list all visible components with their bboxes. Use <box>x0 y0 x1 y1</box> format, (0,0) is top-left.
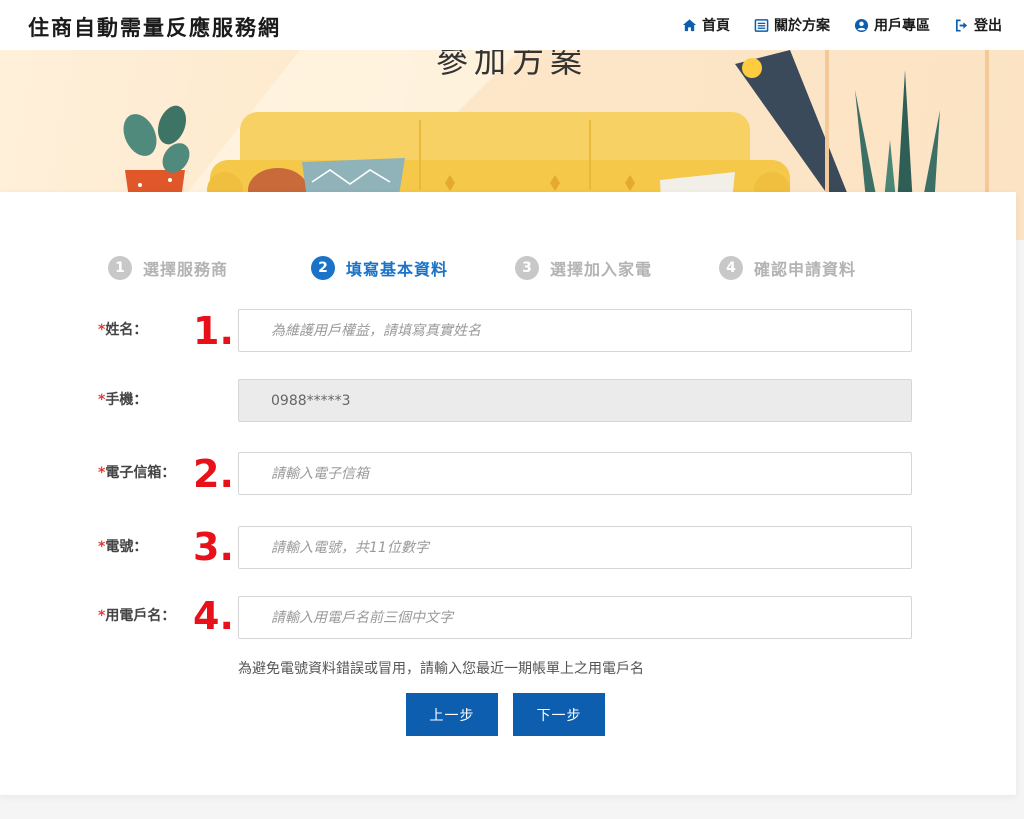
name-label-text: 姓名： <box>105 322 148 338</box>
step-confirm-application: 4 確認申請資料 <box>719 256 856 280</box>
top-header: 住商自動需量反應服務網 首頁 關於方案 用戶專區 登出 <box>0 0 1024 50</box>
meter-number-label: *電號： <box>98 536 147 556</box>
mobile-label: *手機： <box>98 389 147 409</box>
previous-step-button[interactable]: 上一步 <box>406 693 498 736</box>
nav-home-label: 首頁 <box>702 18 730 34</box>
banner-title: 參加方案 <box>435 50 588 80</box>
annotation-marker-1: 1. <box>193 309 234 353</box>
list-icon <box>754 18 769 33</box>
step-select-provider: 1 選擇服務商 <box>108 256 228 280</box>
step-label: 選擇加入家電 <box>550 260 653 279</box>
home-icon <box>682 18 697 33</box>
email-label-text: 電子信箱： <box>105 465 176 481</box>
email-input[interactable] <box>238 452 912 495</box>
user-circle-icon <box>854 18 869 33</box>
step-label: 填寫基本資料 <box>346 260 449 279</box>
mobile-input <box>238 379 912 422</box>
step-number: 3 <box>515 256 539 280</box>
nav-logout-label: 登出 <box>974 18 1002 34</box>
next-step-button[interactable]: 下一步 <box>513 693 605 736</box>
step-label: 選擇服務商 <box>143 260 229 279</box>
account-name-hint: 為避免電號資料錯誤或冒用，請輸入您最近一期帳單上之用電戶名 <box>238 661 644 677</box>
step-select-appliances: 3 選擇加入家電 <box>515 256 652 280</box>
site-title[interactable]: 住商自動需量反應服務網 <box>28 12 281 42</box>
name-input[interactable] <box>238 309 912 352</box>
step-number: 1 <box>108 256 132 280</box>
nav-user-area[interactable]: 用戶專區 <box>854 15 930 35</box>
application-form-card: 1 選擇服務商 2 填寫基本資料 3 選擇加入家電 4 確認申請資料 *姓名： … <box>0 192 1016 795</box>
nav-user-area-label: 用戶專區 <box>874 18 930 34</box>
email-label: *電子信箱： <box>98 462 175 482</box>
annotation-marker-4: 4. <box>193 594 234 638</box>
nav-home[interactable]: 首頁 <box>682 15 730 35</box>
logout-icon <box>954 18 969 33</box>
meter-number-input[interactable] <box>238 526 912 569</box>
account-name-label: *用電戶名： <box>98 605 175 625</box>
step-number: 4 <box>719 256 743 280</box>
account-name-label-text: 用電戶名： <box>105 608 176 624</box>
meter-number-label-text: 電號： <box>105 539 148 555</box>
nav-about-plan[interactable]: 關於方案 <box>754 15 830 35</box>
account-name-input[interactable] <box>238 596 912 639</box>
step-number: 2 <box>311 256 335 280</box>
annotation-marker-2: 2. <box>193 452 234 496</box>
nav-about-plan-label: 關於方案 <box>774 18 830 34</box>
mobile-label-text: 手機： <box>105 392 148 408</box>
step-label: 確認申請資料 <box>754 260 857 279</box>
name-label: *姓名： <box>98 319 147 339</box>
annotation-marker-3: 3. <box>193 525 234 569</box>
nav-logout[interactable]: 登出 <box>954 15 1002 35</box>
step-fill-basic-info: 2 填寫基本資料 <box>311 256 448 280</box>
top-nav: 首頁 關於方案 用戶專區 登出 <box>682 15 1002 35</box>
